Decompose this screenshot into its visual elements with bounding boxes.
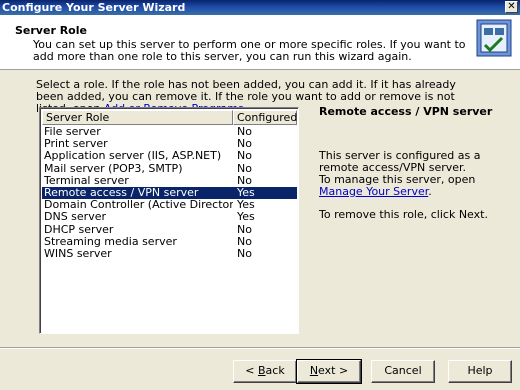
list-header: Server Role Configured [42,110,297,125]
role-status-text: This server is configured as a remote ac… [319,149,481,174]
manage-server-text: To manage this server, open Manage Your … [319,174,499,198]
role-name: Mail server (POP3, SMTP) [44,162,183,175]
list-row[interactable]: File server No [42,125,297,138]
column-header-configured[interactable]: Configured [233,110,297,125]
list-row[interactable]: Print server No [42,138,297,150]
list-row[interactable]: DHCP server No [42,222,297,236]
role-configured: No [237,149,252,163]
role-name: Terminal server [44,174,129,187]
role-configured: Yes [237,210,255,224]
window-title: Configure Your Server Wizard [2,1,186,14]
page-description: You can set up this server to perform on… [33,38,466,63]
back-button-rest: ack [265,364,285,377]
back-button[interactable]: < Back [233,360,297,383]
remove-role-text: To remove this role, click Next. [319,208,488,221]
role-name: File server [44,126,101,138]
role-configured: No [237,161,252,175]
list-row[interactable]: WINS server No [42,246,297,260]
list-row-selected[interactable]: Remote access / VPN server Yes [42,186,297,200]
column-header-server-role[interactable]: Server Role [42,110,233,125]
list-row[interactable]: Application server (IIS, ASP.NET) No [42,150,297,162]
footer-divider [0,347,520,349]
role-configured: No [237,222,252,236]
server-wizard-icon [476,19,512,57]
title-bar: Configure Your Server Wizard ✕ [0,0,520,15]
close-icon: ✕ [507,1,516,12]
role-name: DNS server [44,211,106,224]
back-button-accel: B [258,364,266,377]
page-title: Server Role [15,24,87,37]
server-role-list[interactable]: Server Role Configured File server No Pri… [39,107,299,334]
cancel-button[interactable]: Cancel [371,360,435,383]
close-button[interactable]: ✕ [505,1,518,13]
role-name: Print server [44,138,108,151]
role-name: DHCP server [44,223,114,236]
list-row[interactable]: Terminal server No [42,174,297,187]
role-name: Remote access / VPN server [44,186,199,199]
list-rows: File server No Print server No Application… [42,125,297,260]
wizard-header: Server Role You can set up this server t… [0,15,520,70]
role-name: WINS server [44,247,112,260]
role-configured: No [237,246,252,260]
role-name: Streaming media server [44,235,177,248]
role-detail-title: Remote access / VPN server [319,105,493,118]
manage-server-suffix: . [428,185,432,198]
list-row[interactable]: Domain Controller (Active Directory) Yes [42,199,297,211]
manage-your-server-link[interactable]: Manage Your Server [319,185,428,198]
role-name: Domain Controller (Active Directory) [44,199,233,212]
help-button[interactable]: Help [448,360,512,383]
role-name: Application server (IIS, ASP.NET) [44,150,222,163]
list-row[interactable]: DNS server Yes [42,211,297,223]
list-row[interactable]: Mail server (POP3, SMTP) No [42,161,297,175]
next-button-rest: ext > [318,364,349,377]
list-row[interactable]: Streaming media server No [42,235,297,248]
next-button[interactable]: Next > [296,359,362,384]
back-button-prefix: < [245,364,258,377]
role-detail-text: This server is configured as a remote ac… [319,150,499,198]
next-button-accel: N [309,364,319,377]
